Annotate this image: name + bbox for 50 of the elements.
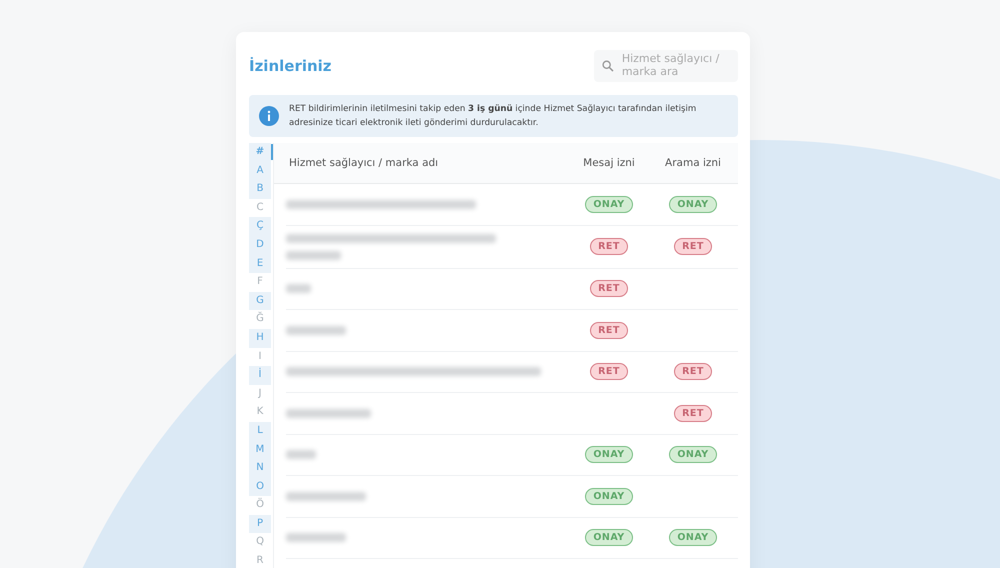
alphabet-letter[interactable]: H xyxy=(249,328,271,348)
alphabet-letter: R xyxy=(256,554,264,568)
column-header: Arama izni xyxy=(664,157,722,169)
page-title: İzinleriniz xyxy=(249,57,332,75)
alphabet-letter[interactable]: G xyxy=(249,292,271,310)
status-badge: ONAY xyxy=(669,196,717,213)
alphabet-letter[interactable]: Ç xyxy=(249,217,271,236)
alphabet-letter: J xyxy=(257,386,262,401)
status-badge: RET xyxy=(674,238,712,255)
alphabet-letter[interactable]: M xyxy=(249,440,271,460)
alphabet-letter[interactable]: # xyxy=(249,143,271,162)
alphabet-letter: Ğ xyxy=(255,310,265,326)
column-header: Hizmet sağlayıcı / marka adı xyxy=(288,157,440,169)
alphabet-letter: K xyxy=(256,405,264,420)
alphabet-letter[interactable]: B xyxy=(249,180,271,199)
status-badge: ONAY xyxy=(585,529,633,546)
blurred-name xyxy=(286,450,316,460)
status-badge: RET xyxy=(674,404,712,422)
alphabet-letter: Ö xyxy=(255,496,265,512)
status-badge: ONAY xyxy=(585,488,633,505)
info-icon xyxy=(259,106,279,126)
alphabet-letter[interactable]: L xyxy=(249,422,271,440)
blurred-name xyxy=(286,326,346,335)
alphabet-letter: I xyxy=(258,350,262,364)
alphabet-letter[interactable]: A xyxy=(249,162,271,180)
alphabet-letter[interactable]: N xyxy=(249,459,271,478)
search-field[interactable]: Hizmet sağlayıcı / marka ara xyxy=(594,50,738,82)
status-badge: ONAY xyxy=(669,529,717,546)
alphabet-letter: Q xyxy=(255,535,265,550)
info-text: RET bildirimlerinin iletilmesini takip eden 3 iş günü içinde Hizmet Sağlayıcı tarafından iletişim adresinize ticari elektronik ileti gönderimi durdurulacaktır. xyxy=(289,103,698,130)
status-badge: RET xyxy=(590,363,628,380)
status-badge: RET xyxy=(590,322,628,339)
alphabet-letter: F xyxy=(256,275,264,290)
alphabet-letter[interactable]: İ xyxy=(249,366,271,385)
status-badge: ONAY xyxy=(669,446,717,464)
alphabet-letter[interactable]: P xyxy=(249,514,271,534)
blurred-name xyxy=(286,250,341,260)
search-icon xyxy=(602,59,614,73)
status-badge: ONAY xyxy=(585,196,633,213)
status-badge: RET xyxy=(674,363,712,380)
status-badge: RET xyxy=(590,238,628,255)
blurred-name xyxy=(286,533,346,542)
alphabet-letter[interactable]: O xyxy=(249,478,271,496)
alphabet-letter[interactable]: E xyxy=(249,254,271,274)
alphabet-letter[interactable]: D xyxy=(249,236,271,255)
status-badge: RET xyxy=(590,280,628,298)
column-header: Mesaj izni xyxy=(582,157,636,169)
alphabet-letter: C xyxy=(256,200,264,215)
blurred-name xyxy=(286,284,311,294)
status-badge: ONAY xyxy=(585,446,633,464)
